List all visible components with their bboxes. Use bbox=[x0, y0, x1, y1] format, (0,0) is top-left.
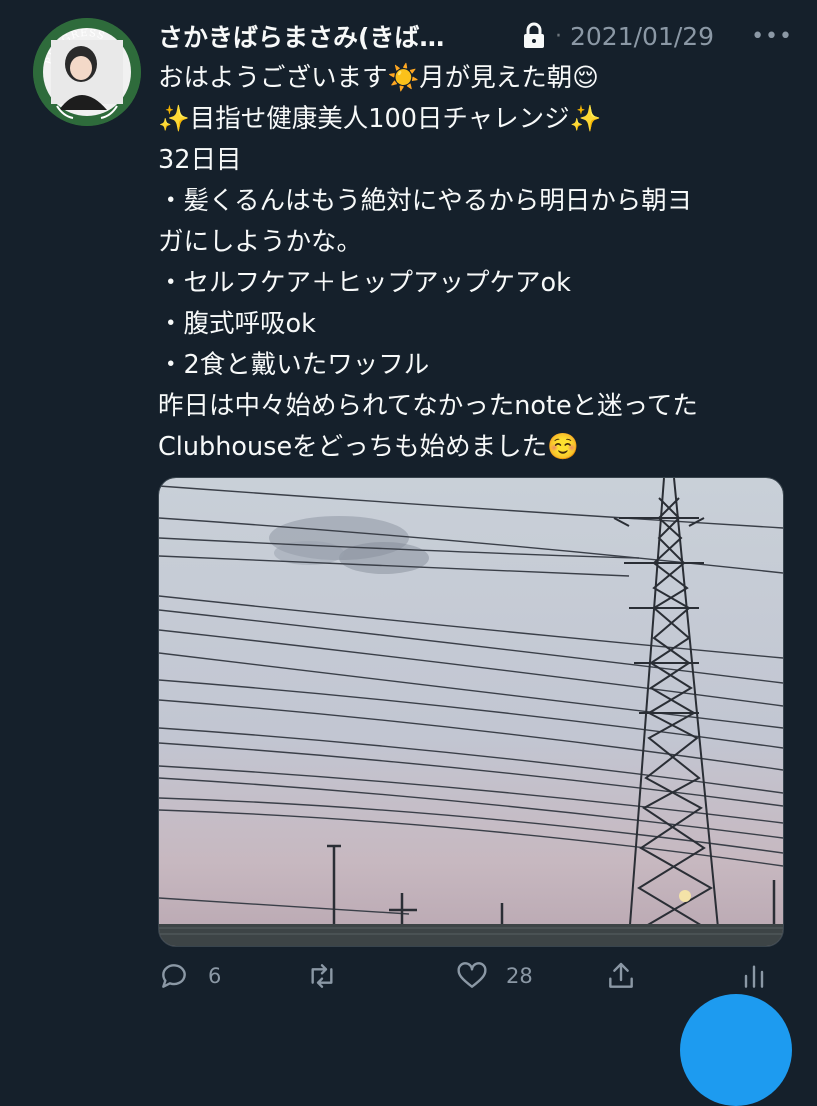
tweet-line: 昨日は中々始められてなかったnoteと迷ってた bbox=[158, 391, 698, 421]
reply-count: 6 bbox=[208, 964, 222, 988]
tweet-actions: 6 28 bbox=[158, 960, 778, 1000]
tweet-line: おはようございます☀️月が見えた朝😌 bbox=[158, 63, 599, 93]
retweet-icon bbox=[311, 964, 333, 988]
tweet-line: 32日目 bbox=[158, 145, 242, 175]
separator: · bbox=[555, 23, 562, 49]
compose-button[interactable] bbox=[680, 994, 792, 1106]
share-button[interactable] bbox=[605, 960, 637, 992]
heart-icon bbox=[457, 962, 487, 988]
like-button[interactable]: 28 bbox=[456, 960, 533, 992]
tweet-line: Clubhouseをどっちも始めました☺️ bbox=[158, 432, 579, 462]
tweet-line: ・腹式呼吸ok bbox=[158, 309, 316, 339]
tweet-line: ・セルフケア＋ヒップアップケアok bbox=[158, 268, 571, 298]
tweet-line: ✨目指せ健康美人100日チャレンジ✨ bbox=[158, 104, 602, 134]
avatar[interactable]: PROGRESS bbox=[33, 18, 141, 126]
tweet-photo[interactable] bbox=[158, 477, 784, 947]
tweet-header: さかきばらまさみ(きば… · 2021/01/29 ••• bbox=[158, 18, 793, 54]
more-options-icon[interactable]: ••• bbox=[751, 24, 793, 49]
tweet-line: ・2食と戴いたワッフル bbox=[158, 350, 430, 380]
author-name[interactable]: さかきばらまさみ(きば… bbox=[158, 18, 495, 54]
analytics-icon bbox=[744, 965, 764, 988]
tweet-date[interactable]: 2021/01/29 bbox=[570, 22, 714, 51]
tweet-line: ガにしようかな。 bbox=[158, 227, 363, 257]
retweet-button[interactable] bbox=[306, 960, 356, 992]
lock-icon bbox=[521, 22, 547, 50]
analytics-button[interactable] bbox=[738, 960, 770, 992]
like-count: 28 bbox=[506, 964, 533, 988]
tweet-text: おはようございます☀️月が見えた朝😌 ✨目指せ健康美人100日チャレンジ✨ 32… bbox=[158, 58, 798, 468]
share-icon bbox=[609, 962, 633, 988]
tweet-line: ・髪くるんはもう絶対にやるから明日から朝ヨ bbox=[158, 186, 693, 216]
reply-button[interactable]: 6 bbox=[158, 960, 221, 992]
reply-icon bbox=[162, 964, 186, 988]
